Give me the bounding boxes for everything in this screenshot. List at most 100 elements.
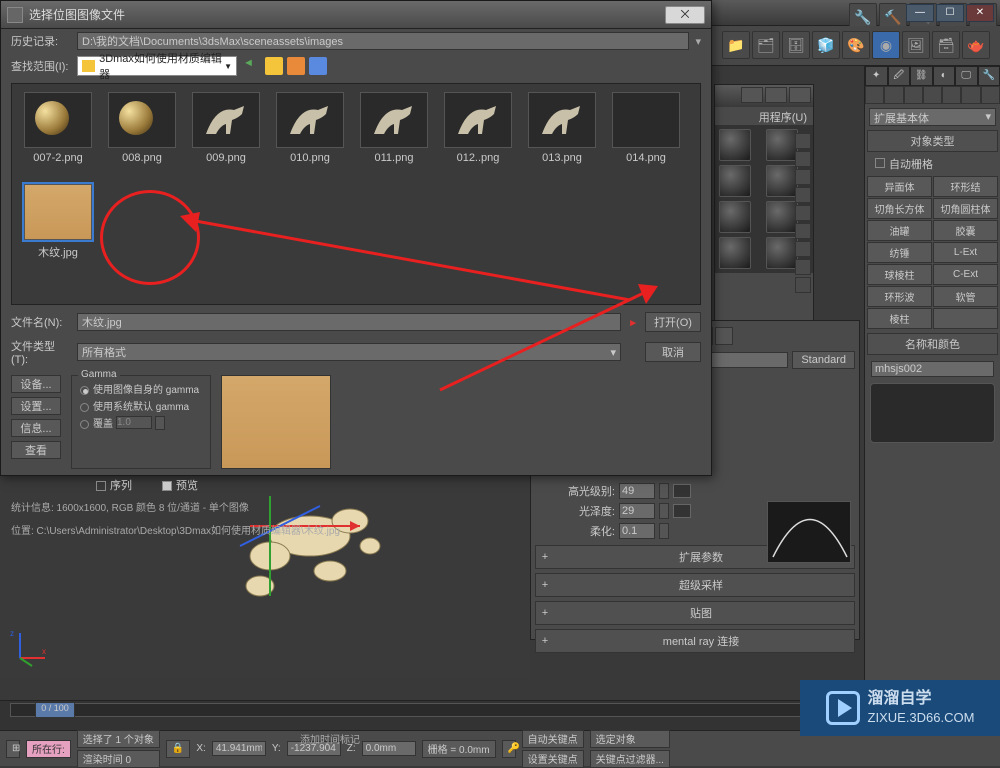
spacewarps-icon[interactable] xyxy=(961,86,980,104)
rollout-header[interactable]: +贴图 xyxy=(535,601,855,625)
object-type-button[interactable]: 切角长方体 xyxy=(867,198,932,219)
selkey-button[interactable]: 选定对象 xyxy=(590,730,670,748)
systems-icon[interactable] xyxy=(981,86,1000,104)
material-editor-icon[interactable]: ◉ xyxy=(872,31,900,59)
spinner-arrows-icon[interactable] xyxy=(155,416,165,430)
x-input[interactable] xyxy=(212,741,266,756)
object-type-button[interactable]: 软管 xyxy=(933,286,998,307)
gamma-image-own-radio[interactable]: 使用图像自身的 gamma xyxy=(80,380,202,397)
devices-button[interactable]: 设备... xyxy=(11,375,61,393)
material-slot[interactable] xyxy=(766,201,798,233)
background-icon[interactable] xyxy=(795,169,811,185)
material-slot[interactable] xyxy=(719,129,751,161)
object-type-button[interactable]: 环形波 xyxy=(867,286,932,307)
object-type-button[interactable]: 环形结 xyxy=(933,176,998,197)
lights-icon[interactable] xyxy=(904,86,923,104)
hierarchy-tab[interactable]: ⛓ xyxy=(910,66,933,86)
shapes-icon[interactable] xyxy=(884,86,903,104)
select-by-material-icon[interactable] xyxy=(795,259,811,275)
file-list[interactable]: 007-2.png008.png009.png010.png011.png012… xyxy=(11,83,701,305)
create-tab[interactable]: ✦ xyxy=(865,66,888,86)
autogrid-checkbox[interactable]: 自动栅格 xyxy=(865,154,1000,174)
cancel-button[interactable]: 取消 xyxy=(645,342,701,362)
gamma-system-default-radio[interactable]: 使用系统默认 gamma xyxy=(80,397,202,414)
close-icon[interactable]: ✕ xyxy=(966,4,994,22)
preview-checkbox[interactable]: 预览 xyxy=(162,477,198,493)
file-item[interactable]: 011.png xyxy=(356,92,432,164)
display-tab[interactable]: 🖵 xyxy=(955,66,978,86)
maximize-icon[interactable] xyxy=(765,87,787,103)
material-editor-titlebar[interactable] xyxy=(715,85,813,107)
geometry-icon[interactable] xyxy=(865,86,884,104)
object-type-button[interactable]: 纺锤 xyxy=(867,242,932,263)
dialog-close-button[interactable]: ⨉ xyxy=(665,6,705,24)
file-item[interactable]: 008.png xyxy=(104,92,180,164)
material-slot[interactable] xyxy=(719,201,751,233)
key-icon[interactable]: 🔑 xyxy=(502,740,516,758)
go-to-parent-icon[interactable] xyxy=(715,327,733,345)
tool-icon[interactable]: 🗂 xyxy=(752,31,780,59)
object-type-rollout[interactable]: 对象类型 xyxy=(867,130,998,152)
sequence-checkbox[interactable]: 序列 xyxy=(96,477,132,493)
file-item[interactable]: 007-2.png xyxy=(20,92,96,164)
script-listener[interactable]: 所在行: xyxy=(26,740,71,758)
tool-icon[interactable]: 🗄 xyxy=(782,31,810,59)
dialog-titlebar[interactable]: 选择位图图像文件 ⨉ xyxy=(1,1,711,29)
view-menu-icon[interactable] xyxy=(309,57,327,75)
object-type-button[interactable]: 胶囊 xyxy=(933,220,998,241)
utility-tab[interactable]: 🔧 xyxy=(978,66,1000,86)
filetype-dropdown[interactable]: 所有格式▾ xyxy=(77,343,621,361)
lock-icon[interactable]: 🔒 xyxy=(166,740,190,758)
autokey-button[interactable]: 自动关键点 xyxy=(522,730,584,748)
options-icon[interactable] xyxy=(795,241,811,257)
tool-icon[interactable]: 🗃 xyxy=(932,31,960,59)
object-type-button[interactable] xyxy=(933,308,998,329)
object-type-button[interactable]: 异面体 xyxy=(867,176,932,197)
maximize-icon[interactable]: ☐ xyxy=(936,4,964,22)
file-item[interactable]: 012..png xyxy=(440,92,516,164)
file-item[interactable]: 014.png xyxy=(608,92,684,164)
tool-icon[interactable]: 🖼 xyxy=(902,31,930,59)
file-item[interactable]: 009.png xyxy=(188,92,264,164)
material-slot[interactable] xyxy=(719,237,751,269)
name-color-rollout[interactable]: 名称和颜色 xyxy=(867,333,998,355)
minimize-icon[interactable]: — xyxy=(906,4,934,22)
file-item[interactable]: 010.png xyxy=(272,92,348,164)
file-item[interactable]: 木纹.jpg xyxy=(20,184,96,260)
close-icon[interactable] xyxy=(789,87,811,103)
sample-uv-icon[interactable] xyxy=(795,187,811,203)
minimize-icon[interactable] xyxy=(741,87,763,103)
motion-tab[interactable]: ◐ xyxy=(933,66,956,86)
backlight-icon[interactable] xyxy=(795,151,811,167)
material-map-nav-icon[interactable] xyxy=(795,277,811,293)
tool-icon[interactable]: 📁 xyxy=(722,31,750,59)
keyfilter-button[interactable]: 关键点过滤器... xyxy=(590,750,670,768)
z-input[interactable] xyxy=(362,741,416,756)
material-slot[interactable] xyxy=(766,165,798,197)
back-icon[interactable]: ◄ xyxy=(243,57,261,75)
time-marker[interactable]: 0 / 100 xyxy=(35,702,75,718)
material-menu-utility[interactable]: 用程序(U) xyxy=(715,107,813,125)
filename-input[interactable] xyxy=(77,313,621,331)
render-icon[interactable]: 🫖 xyxy=(962,31,990,59)
new-folder-icon[interactable] xyxy=(287,57,305,75)
helpers-icon[interactable] xyxy=(942,86,961,104)
object-type-button[interactable]: 球棱柱 xyxy=(867,264,932,285)
history-input[interactable] xyxy=(77,32,689,50)
object-type-button[interactable]: 油罐 xyxy=(867,220,932,241)
object-type-button[interactable]: L-Ext xyxy=(933,242,998,263)
video-check-icon[interactable] xyxy=(795,205,811,221)
sample-type-icon[interactable] xyxy=(795,133,811,149)
material-slot[interactable] xyxy=(766,237,798,269)
gamma-override-radio[interactable]: 覆盖 xyxy=(80,414,113,431)
cameras-icon[interactable] xyxy=(923,86,942,104)
modify-tab[interactable]: 🖉 xyxy=(888,66,911,86)
view-button[interactable]: 查看 xyxy=(11,441,61,459)
open-button[interactable]: 打开(O) xyxy=(645,312,701,332)
gamma-override-input[interactable] xyxy=(116,416,152,429)
lookin-dropdown[interactable]: 3Dmax如何使用材质编辑器 ▼ xyxy=(77,56,237,76)
material-slot[interactable] xyxy=(766,129,798,161)
material-type-button[interactable]: Standard xyxy=(792,351,855,369)
rollout-header[interactable]: +超级采样 xyxy=(535,573,855,597)
object-name-input[interactable] xyxy=(871,361,994,377)
